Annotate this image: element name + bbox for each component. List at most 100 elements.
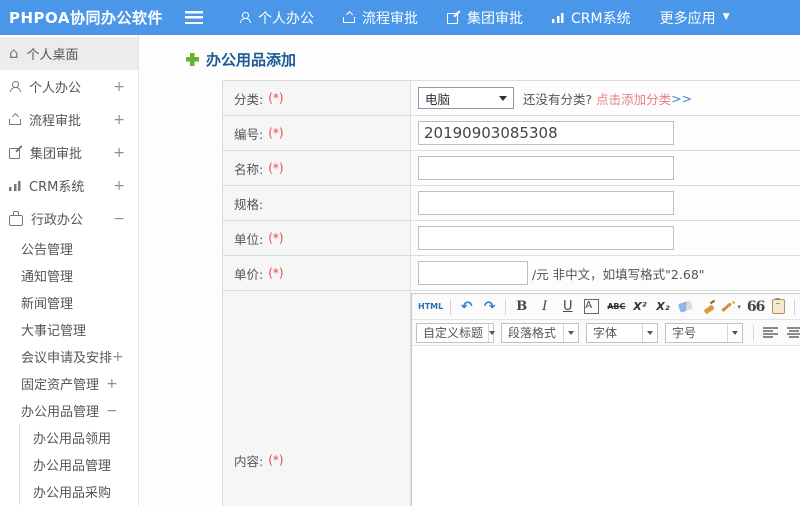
toolbar-separator bbox=[505, 298, 507, 315]
select-caret-icon bbox=[499, 95, 507, 101]
code-input[interactable] bbox=[418, 121, 674, 145]
sidebar-item-8[interactable]: 新闻管理 bbox=[0, 289, 138, 316]
expand-plus-icon[interactable]: + bbox=[113, 145, 125, 161]
font-size-select-value: 字号 bbox=[672, 326, 697, 340]
eraser-button[interactable] bbox=[675, 297, 696, 317]
font-size-select[interactable]: 字号 bbox=[665, 322, 743, 343]
sidebar-item-14[interactable]: 办公用品管理 bbox=[19, 451, 138, 478]
sidebar-item-13[interactable]: 办公用品领用 bbox=[19, 424, 138, 451]
editor-toolbar-row2: 自定义标题段落格式字体字号∞ bbox=[412, 320, 800, 346]
sidebar-item-label: 会议申请及安排 bbox=[21, 351, 113, 366]
hamburger-menu-icon[interactable] bbox=[185, 11, 203, 24]
align-center-button[interactable] bbox=[786, 327, 800, 338]
bold-button[interactable]: B bbox=[511, 297, 532, 317]
redo-button[interactable]: ↷ bbox=[479, 297, 500, 317]
superscript-icon: X² bbox=[633, 300, 647, 313]
underline-button[interactable]: U bbox=[557, 297, 578, 317]
format-brush-button[interactable] bbox=[698, 297, 719, 317]
paragraph-select[interactable]: 段落格式 bbox=[501, 322, 579, 343]
font-border-button[interactable]: A bbox=[580, 297, 603, 317]
eraser-icon bbox=[678, 300, 694, 313]
sidebar-item-5[interactable]: 行政办公 − bbox=[0, 202, 138, 235]
topbar-menu-label: 集团审批 bbox=[467, 10, 523, 27]
sidebar-item-label: 固定资产管理 bbox=[21, 378, 100, 393]
expand-plus-icon[interactable]: + bbox=[106, 376, 118, 392]
toolbar-separator bbox=[450, 298, 452, 315]
html-source-button[interactable]: HTML bbox=[416, 297, 445, 317]
form-row-content: 内容: (*) HTML↶↷BIUAABCX²X₂▾66A▾ab▾ 自定义标题段… bbox=[223, 291, 800, 506]
toolbar-separator bbox=[794, 298, 796, 315]
sidebar-item-0[interactable]: ⌂ 个人桌面 bbox=[0, 37, 138, 70]
user-icon bbox=[239, 12, 251, 23]
add-category-link-arrows[interactable]: >> bbox=[671, 91, 692, 106]
undo-button[interactable]: ↶ bbox=[456, 297, 477, 317]
topbar-menu-item-4[interactable]: 更多应用 ▼ bbox=[660, 8, 730, 28]
main-content: 办公用品添加 分类: (*) 电脑 还没有分类? 点击添加分类 >> 编号: (… bbox=[140, 35, 800, 506]
sidebar-item-label: CRM系统 bbox=[29, 180, 85, 195]
expand-plus-icon[interactable]: + bbox=[112, 349, 124, 365]
sidebar-item-10[interactable]: 会议申请及安排 + bbox=[0, 343, 138, 370]
sidebar-item-2[interactable]: 流程审批 + bbox=[0, 103, 138, 136]
collapse-minus-icon[interactable]: − bbox=[113, 211, 125, 227]
office-supply-form: 分类: (*) 电脑 还没有分类? 点击添加分类 >> 编号: (*) 2019… bbox=[222, 80, 800, 506]
editor-content-area[interactable] bbox=[412, 346, 800, 506]
code-label: 编号: bbox=[234, 126, 264, 142]
required-mark: (*) bbox=[268, 91, 284, 105]
autotypeset-button[interactable]: ▾ bbox=[721, 297, 743, 317]
expand-plus-icon[interactable]: + bbox=[113, 79, 125, 95]
font-family-select[interactable]: 字体 bbox=[586, 322, 658, 343]
unit-label: 单位: bbox=[234, 231, 264, 247]
topbar-menu-item-0[interactable]: 个人办公 bbox=[239, 8, 314, 28]
edit-icon bbox=[447, 12, 460, 24]
unit-input[interactable] bbox=[418, 226, 674, 250]
sidebar-item-3[interactable]: 集团审批 + bbox=[0, 136, 138, 169]
sidebar-item-4[interactable]: CRM系统 + bbox=[0, 169, 138, 202]
align-left-button[interactable] bbox=[762, 327, 778, 338]
custom-title-select[interactable]: 自定义标题 bbox=[416, 322, 496, 343]
name-input[interactable] bbox=[418, 156, 674, 180]
blockquote-button[interactable]: 66 bbox=[745, 297, 766, 317]
topbar-menu: 个人办公 流程审批 集团审批 CRM系统 更多应用 ▼ bbox=[239, 8, 759, 28]
caret-down-icon: ▾ bbox=[737, 302, 741, 311]
expand-plus-icon[interactable]: + bbox=[113, 178, 125, 194]
required-mark: (*) bbox=[268, 453, 284, 467]
italic-button[interactable]: I bbox=[534, 297, 555, 317]
sidebar-item-label: 办公用品管理 bbox=[21, 405, 100, 420]
sidebar-item-9[interactable]: 大事记管理 bbox=[0, 316, 138, 343]
spec-label: 规格: bbox=[234, 196, 264, 212]
sidebar-item-15[interactable]: 办公用品采购 bbox=[19, 478, 138, 505]
rich-text-editor: HTML↶↷BIUAABCX²X₂▾66A▾ab▾ 自定义标题段落格式字体字号∞ bbox=[411, 293, 800, 506]
topbar-menu-item-2[interactable]: 集团审批 bbox=[447, 8, 523, 28]
collapse-minus-icon[interactable]: − bbox=[106, 403, 118, 419]
spec-input[interactable] bbox=[418, 191, 674, 215]
name-label: 名称: bbox=[234, 161, 264, 177]
sidebar-item-label: 流程审批 bbox=[29, 114, 82, 129]
superscript-button[interactable]: X² bbox=[629, 297, 650, 317]
form-row-spec: 规格: bbox=[223, 186, 800, 221]
flow-icon bbox=[343, 12, 355, 23]
sidebar-item-11[interactable]: 固定资产管理 + bbox=[0, 370, 138, 397]
sidebar-item-12[interactable]: 办公用品管理 − bbox=[0, 397, 138, 424]
paste-button[interactable] bbox=[768, 297, 789, 317]
price-input[interactable] bbox=[418, 261, 528, 285]
category-select[interactable]: 电脑 bbox=[418, 87, 514, 109]
topbar-menu-item-1[interactable]: 流程审批 bbox=[343, 8, 418, 28]
caret-down-icon: ▼ bbox=[722, 12, 730, 22]
sidebar-item-1[interactable]: 个人办公 + bbox=[0, 70, 138, 103]
add-plus-icon bbox=[186, 53, 199, 66]
sidebar-item-6[interactable]: 公告管理 bbox=[0, 235, 138, 262]
toolbar-separator bbox=[753, 324, 754, 341]
category-hint: 还没有分类? bbox=[523, 91, 593, 107]
page-title-text: 办公用品添加 bbox=[206, 51, 297, 69]
sidebar-item-7[interactable]: 通知管理 bbox=[0, 262, 138, 289]
format-brush-icon bbox=[703, 301, 715, 313]
topbar-menu-item-3[interactable]: CRM系统 bbox=[552, 8, 631, 28]
add-category-link[interactable]: 点击添加分类 bbox=[596, 89, 671, 108]
subscript-button[interactable]: X₂ bbox=[652, 297, 673, 317]
home-icon: ⌂ bbox=[9, 44, 19, 62]
topbar-menu-label: 个人办公 bbox=[258, 10, 314, 27]
topbar-menu-label: 更多应用 bbox=[659, 10, 716, 27]
form-row-price: 单价: (*) /元 非中文，如填写格式"2.68" bbox=[223, 256, 800, 291]
expand-plus-icon[interactable]: + bbox=[113, 112, 125, 128]
strikethrough-button[interactable]: ABC bbox=[605, 297, 627, 317]
